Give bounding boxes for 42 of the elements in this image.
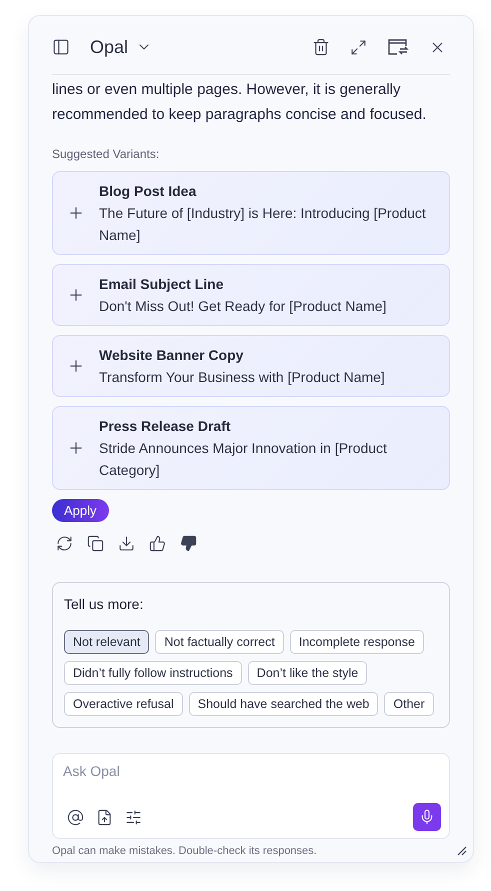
variant-card[interactable]: Email Subject Line Don't Miss Out! Get Ready for [Product Name] — [52, 264, 450, 326]
assistant-title: Opal — [90, 36, 128, 58]
download-icon[interactable] — [118, 535, 135, 552]
response-text: lines or even multiple pages. However, it is generally recommended to keep paragraphs concise and focused. — [52, 80, 428, 125]
feedback-title: Tell us more: — [64, 596, 144, 612]
trash-icon[interactable] — [312, 38, 330, 56]
variant-title: Website Banner Copy — [99, 346, 244, 365]
expand-icon[interactable] — [350, 38, 367, 56]
variant-title: Blog Post Idea — [99, 182, 198, 201]
variant-text: Transform Your Business with [Product Name] — [99, 368, 385, 387]
feedback-chip[interactable]: Don’t like the style — [248, 661, 368, 685]
feedback-chip[interactable]: Not relevant — [64, 630, 150, 654]
variant-title: Press Release Draft — [99, 417, 232, 436]
variant-card[interactable]: Press Release Draft Stride Announces Major Innovation in [Product Category] — [52, 406, 450, 490]
variant-text: Don't Miss Out! Get Ready for [Product Name] — [99, 297, 386, 316]
resize-handle-icon[interactable] — [457, 846, 467, 856]
file-upload-icon[interactable] — [96, 808, 113, 826]
feedback-chip[interactable]: Incomplete response — [290, 630, 424, 654]
microphone-button[interactable] — [413, 803, 441, 831]
apply-button[interactable]: Apply — [52, 499, 109, 522]
message-input[interactable]: Ask Opal — [63, 763, 441, 779]
microphone-icon — [419, 809, 435, 825]
at-sign-icon[interactable] — [67, 808, 84, 826]
thumbs-up-icon[interactable] — [149, 535, 166, 552]
refresh-icon[interactable] — [56, 535, 73, 552]
disclaimer-text: Opal can make mistakes. Double-check its responses. — [52, 845, 318, 857]
feedback-chip[interactable]: Overactive refusal — [64, 692, 183, 716]
thumbs-down-icon[interactable] — [180, 535, 197, 552]
feedback-chip[interactable]: Other — [384, 692, 434, 716]
variants-label: Suggested Variants: — [52, 147, 160, 161]
variant-card[interactable]: Blog Post Idea The Future of [Industry] is Here: Introducing [Product Name] — [52, 171, 450, 255]
feedback-chip[interactable]: Should have searched the web — [188, 692, 378, 716]
sliders-icon[interactable] — [125, 808, 142, 826]
feedback-chip[interactable]: Not factually correct — [155, 630, 284, 654]
variant-text: Stride Announces Major Innovation in [Product Category] — [99, 439, 388, 480]
variant-card[interactable]: Website Banner Copy Transform Your Business with [Product Name] — [52, 335, 450, 397]
copy-icon[interactable] — [87, 535, 104, 552]
feedback-chip[interactable]: Didn’t fully follow instructions — [64, 661, 242, 685]
sidebar-icon[interactable] — [52, 38, 70, 56]
window-swap-icon[interactable] — [387, 38, 409, 56]
variant-text: The Future of [Industry] is Here: Introducing [Product Name] — [99, 204, 427, 245]
variant-title: Email Subject Line — [99, 275, 224, 294]
